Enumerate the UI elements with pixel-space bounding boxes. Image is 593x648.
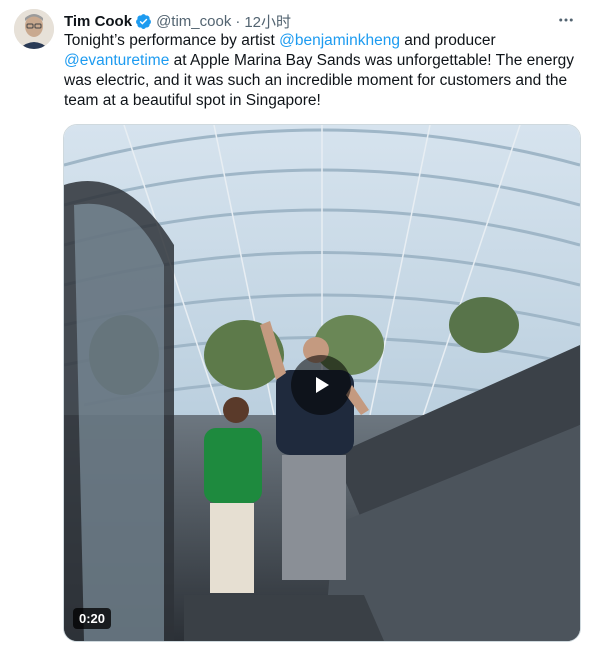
mention-link[interactable]: @benjaminkheng: [279, 32, 400, 49]
tweet-header: Tim Cook @tim_cook · 12小时: [64, 11, 577, 31]
video-duration-badge: 0:20: [73, 608, 112, 629]
author-name[interactable]: Tim Cook: [64, 13, 132, 30]
tweet-text-part: Tonight’s performance by artist: [64, 32, 280, 49]
mention-link[interactable]: @evanturetime: [64, 52, 169, 69]
verified-badge-icon: [135, 13, 152, 30]
tweet-time[interactable]: 12小时: [244, 11, 291, 32]
tweet-text-part: and producer: [399, 32, 496, 49]
avatar-image: [14, 9, 54, 49]
play-icon: [316, 377, 329, 393]
separator-dot: ·: [235, 12, 241, 30]
more-dots-icon[interactable]: [555, 9, 577, 31]
tweet-text: Tonight’s performance by artist @benjami…: [64, 31, 576, 111]
author-avatar[interactable]: [14, 9, 54, 49]
play-button[interactable]: [291, 355, 351, 415]
author-handle[interactable]: @tim_cook: [156, 13, 231, 30]
